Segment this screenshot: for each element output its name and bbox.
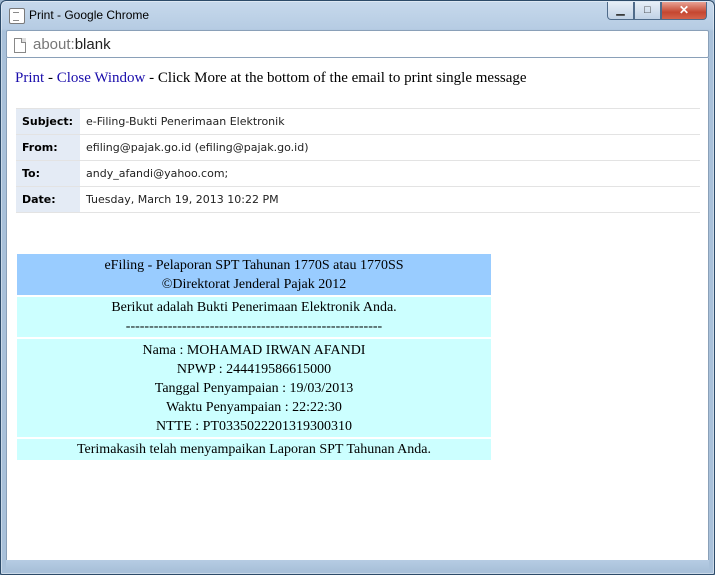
detail-nama: Nama : MOHAMAD IRWAN AFANDI xyxy=(142,343,366,358)
header-key: Date: xyxy=(16,186,80,213)
intro-text: Berikut adalah Bukti Penerimaan Elektron… xyxy=(111,300,397,315)
document-icon xyxy=(14,38,26,53)
closing-block: Terimakasih telah menyampaikan Laporan S… xyxy=(17,439,491,460)
closing-text: Terimakasih telah menyampaikan Laporan S… xyxy=(76,442,432,457)
page-icon xyxy=(9,8,25,24)
detail-tanggal: Tanggal Penyampaian : 19/03/2013 xyxy=(154,381,354,396)
print-toolbar: Print - Close Window - Click More at the… xyxy=(15,70,527,87)
header-key: From: xyxy=(16,134,80,161)
divider-line: ----------------------------------------… xyxy=(125,319,383,334)
detail-waktu: Waktu Penyampaian : 22:22:30 xyxy=(166,400,342,415)
header-key: Subject: xyxy=(16,108,80,135)
url-scheme: about: xyxy=(33,36,75,53)
header-value: andy_afandi@yahoo.com; xyxy=(80,160,700,187)
banner-copyright: ©Direktorat Jenderal Pajak 2012 xyxy=(161,277,347,292)
banner-block: eFiling - Pelaporan SPT Tahunan 1770S at… xyxy=(17,254,491,297)
print-hint: - Click More at the bottom of the email … xyxy=(145,70,527,86)
minimize-button[interactable]: ▁ xyxy=(607,2,634,20)
header-value: efiling@pajak.go.id (efiling@pajak.go.id… xyxy=(80,134,700,161)
close-button[interactable]: ✕ xyxy=(661,2,707,20)
email-header-table: Subject: e-Filing-Bukti Penerimaan Elekt… xyxy=(16,108,700,213)
detail-npwp: NPWP : 244419586615000 xyxy=(176,362,332,377)
header-value: Tuesday, March 19, 2013 10:22 PM xyxy=(80,186,700,213)
title-bar[interactable]: Print - Google Chrome ▁ □ ✕ xyxy=(1,1,714,29)
maximize-button[interactable]: □ xyxy=(634,2,661,20)
address-bar[interactable]: about:blank xyxy=(6,30,709,58)
header-key: To: xyxy=(16,160,80,187)
header-row-to: To: andy_afandi@yahoo.com; xyxy=(16,160,700,187)
url-path: blank xyxy=(74,36,111,53)
close-window-link[interactable]: Close Window xyxy=(57,70,146,86)
url-text[interactable]: about:blank xyxy=(33,36,111,53)
message-body: eFiling - Pelaporan SPT Tahunan 1770S at… xyxy=(17,254,491,460)
print-link[interactable]: Print xyxy=(15,70,44,86)
detail-ntte: NTTE : PT0335022201319300310 xyxy=(156,419,352,434)
header-row-subject: Subject: e-Filing-Bukti Penerimaan Elekt… xyxy=(16,108,700,135)
banner-title: eFiling - Pelaporan SPT Tahunan 1770S at… xyxy=(104,258,404,273)
page-content: Print - Close Window - Click More at the… xyxy=(6,58,709,560)
separator: - xyxy=(44,70,57,86)
intro-block: Berikut adalah Bukti Penerimaan Elektron… xyxy=(17,297,491,339)
details-block: Nama : MOHAMAD IRWAN AFANDI NPWP : 24441… xyxy=(17,339,491,439)
print-window: Print - Google Chrome ▁ □ ✕ about:blank … xyxy=(0,0,715,575)
window-bottom-frame xyxy=(6,560,709,570)
header-value: e-Filing-Bukti Penerimaan Elektronik xyxy=(80,108,700,135)
header-row-from: From: efiling@pajak.go.id (efiling@pajak… xyxy=(16,134,700,161)
header-row-date: Date: Tuesday, March 19, 2013 10:22 PM xyxy=(16,186,700,213)
window-title: Print - Google Chrome xyxy=(29,8,150,22)
